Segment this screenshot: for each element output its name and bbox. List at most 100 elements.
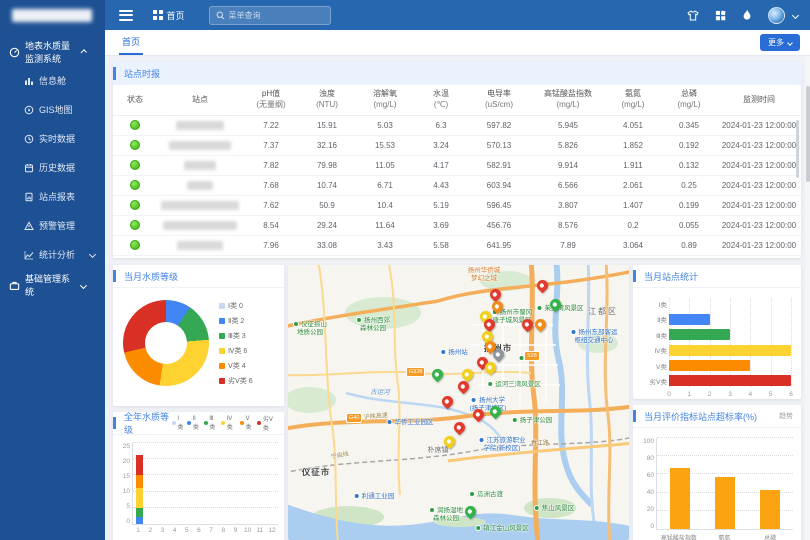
station-marker-pin[interactable] [451,420,467,436]
bar-segment[interactable] [136,517,143,524]
bar[interactable] [669,375,791,386]
map-label-line: 朴席镇 [428,447,449,455]
station-marker-pin[interactable] [462,504,478,520]
bar-segment[interactable] [136,455,143,475]
legend-item[interactable]: Ⅰ类 [172,414,184,432]
bar-track [669,360,791,371]
sidebar-item-alert-management[interactable]: 预警管理 [0,211,105,240]
legend-item[interactable]: 劣Ⅴ类 6 [219,376,253,386]
gauge-icon [9,47,20,58]
sidebar-item-realtime-data[interactable]: 实时数据 [0,124,105,153]
legend-item[interactable]: Ⅱ类 [187,414,199,432]
station-marker-pin[interactable] [534,278,550,294]
sidebar-item-label: 历史数据 [39,161,75,174]
sidebar-item-history-data[interactable]: 历史数据 [0,153,105,182]
gridline [657,455,793,456]
map-label: 宁启线 [331,451,350,461]
bar[interactable] [669,314,710,325]
sidebar-item-station-report[interactable]: 站点报表 [0,182,105,211]
bar[interactable] [670,468,690,529]
breadcrumb[interactable]: 首页 [153,9,185,22]
table-row[interactable]: 8.5429.2411.643.69456.768.5760.20.055202… [113,215,801,235]
bar-segment[interactable] [136,488,143,508]
legend-item[interactable]: Ⅳ类 [221,414,236,432]
bar[interactable] [669,360,750,371]
scrollbar-thumb[interactable] [806,86,810,182]
map-label-line: 沪陕高速 [364,413,389,422]
bar[interactable] [669,329,730,340]
legend-label: 劣Ⅴ类 6 [228,376,253,386]
column-header: 高锰酸盐指数(mg/L) [531,85,605,115]
x-tick-label: 9 [229,525,241,534]
sidebar-group-water-system[interactable]: 地表水质量监测系统 [0,38,105,66]
search-input[interactable] [229,11,324,20]
table-row[interactable]: 7.6810.746.714.43603.946.5662.0610.25202… [113,175,801,195]
legend-item[interactable]: Ⅳ类 6 [219,346,253,356]
value-cell: 570.13 [467,135,531,155]
bar-stack [136,455,143,524]
value-cell: 11.64 [355,215,415,235]
value-cell: 2024-01-23 12:00:00 [717,175,801,195]
legend-item[interactable]: Ⅲ类 [204,414,217,432]
legend-item[interactable]: Ⅱ类 2 [219,316,253,326]
bar-segment[interactable] [136,508,143,518]
flame-icon[interactable] [742,9,752,21]
station-map[interactable]: 扬州华侨城梦幻之城扬州市蜀冈唐子城风景区茱萸湾风景区江都区扬州东部客运枢纽交通中… [288,265,629,540]
donut-ring[interactable] [123,300,209,386]
legend-label: 劣Ⅴ类 [263,414,276,432]
station-cell [157,195,243,215]
y-tick-label: 20 [117,458,130,465]
park-poi-icon [534,505,540,511]
sidebar-group-base-system[interactable]: 基础管理系统 [0,271,105,299]
park-poi-icon [475,525,481,531]
table-row[interactable]: 7.3732.1615.533.24570.135.8261.8520.1922… [113,135,801,155]
bar[interactable] [760,490,780,529]
legend-item[interactable]: Ⅴ类 [240,414,253,432]
table-row[interactable]: 7.8279.9811.054.17582.919.9141.9110.1322… [113,155,801,175]
legend-item[interactable]: Ⅲ类 3 [219,331,253,341]
legend-item[interactable]: 劣Ⅴ类 [257,414,276,432]
sidebar-item-gis-map[interactable]: GIS地图 [0,95,105,124]
station-marker-pin[interactable] [439,394,455,410]
x-tick-label: 3 [728,391,732,398]
station-marker-pin[interactable] [532,317,548,333]
x-tick-label: 2 [708,391,712,398]
map-label-line: 瓜洲古渡 [469,491,503,499]
park-poi-icon [429,507,435,513]
value-cell: 7.22 [243,115,299,135]
table-scrollbar-thumb[interactable] [796,120,799,178]
value-cell: 2.061 [605,175,661,195]
table-row[interactable]: 7.9633.083.435.58641.957.893.0640.892024… [113,235,801,255]
value-cell: 10.74 [299,175,355,195]
legend-swatch [187,421,191,425]
stacked-bar-chart: 2520151050 [113,435,284,525]
page-scrollbar[interactable] [805,56,810,540]
chart-legend: Ⅰ类Ⅱ类 Ⅲ类Ⅳ类Ⅴ类劣Ⅴ类 [172,414,276,432]
value-cell: 2024-01-23 12:00:00 [717,115,801,135]
more-button[interactable]: 更多 [760,34,800,51]
legend-item[interactable]: Ⅴ类 4 [219,361,253,371]
trend-link[interactable]: 趋势 [779,411,793,421]
bar-segment[interactable] [136,475,143,488]
collapse-menu-icon[interactable] [119,7,133,23]
user-avatar[interactable] [768,7,785,24]
legend-item[interactable]: Ⅰ类 0 [219,301,253,311]
station-marker-pin[interactable] [429,367,445,383]
panel-header: 当月评价指标站点超标率(%) 趋势 [633,405,801,428]
bar[interactable] [669,345,791,356]
theme-shirt-icon[interactable] [687,10,699,21]
table-row[interactable]: 7.2215.915.036.3597.825.9454.0510.345202… [113,115,801,135]
value-cell: 3.43 [355,235,415,255]
sidebar-item-statistics[interactable]: 统计分析 [0,240,105,269]
category-label: 氨氮 [702,530,748,540]
layout-apps-icon[interactable] [715,10,726,21]
legend-swatch [219,363,225,369]
column-header: 浊度(NTU) [299,85,355,115]
bar[interactable] [715,477,735,529]
tab-home[interactable]: 首页 [119,30,143,55]
sidebar-item-info-cabin[interactable]: 信息舱 [0,66,105,95]
chevron-down-icon[interactable] [792,11,799,18]
table-row[interactable]: 7.6250.910.45.19596.453.8071.4070.199202… [113,195,801,215]
sidebar-menu: 地表水质量监测系统 信息舱 GIS地图 实时数据 历史数据 站点报表 预警管理 [0,38,105,299]
column-header: 监测时间 [717,85,801,115]
